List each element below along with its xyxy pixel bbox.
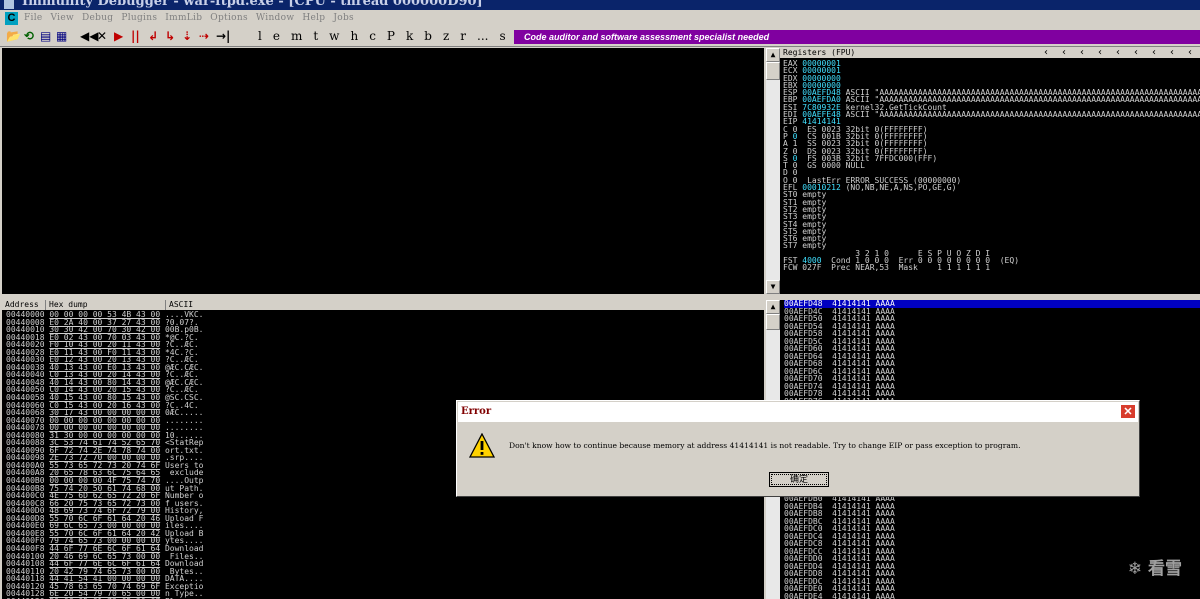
chevron-left-icon[interactable]: ‹	[1188, 48, 1192, 58]
toolbar-window-button[interactable]: l	[258, 29, 262, 43]
ok-button[interactable]: 确定	[769, 472, 829, 487]
dump-col-address[interactable]: Address	[2, 300, 46, 310]
chevron-left-icon[interactable]: ‹	[1062, 48, 1066, 58]
error-dialog: Error ✕ Don't know how to continue becau…	[456, 400, 1140, 497]
watermark: ❄ 看雪	[1127, 559, 1182, 579]
scroll-thumb[interactable]	[766, 314, 780, 330]
menu-bar: C File View Debug Plugins ImmLib Options Windo…	[0, 10, 1200, 28]
scroll-up-icon[interactable]: ▲	[766, 48, 780, 62]
toolbar-window-button[interactable]: s	[500, 29, 506, 43]
register-line[interactable]: ST5 empty	[783, 227, 1200, 235]
menu-item-plugins[interactable]: Plugins	[121, 13, 157, 23]
toolbar-window-button[interactable]: h	[350, 29, 358, 43]
register-line[interactable]: EAX 00000001	[783, 60, 1200, 68]
menu-item-window[interactable]: Window	[256, 13, 294, 23]
register-line[interactable]: ST6 empty	[783, 235, 1200, 243]
menu-item-file[interactable]: File	[24, 13, 43, 23]
dump-col-ascii[interactable]: ASCII	[166, 300, 764, 310]
dialog-titlebar[interactable]: Error ✕	[458, 402, 1138, 422]
close-icon[interactable]: ✕	[1120, 404, 1136, 419]
window-title: Immunity Debugger - war-ftpd.exe - [CPU …	[22, 0, 483, 9]
register-name: FCW 027F Prec NEAR,53 Mask 1 1 1 1 1 1	[783, 263, 991, 273]
trace-over-icon[interactable]: ⇢	[199, 29, 209, 44]
scroll-down-icon[interactable]: ▼	[766, 280, 780, 294]
scroll-up-icon[interactable]: ▲	[766, 300, 780, 314]
chevron-left-icon[interactable]: ‹	[1170, 48, 1174, 58]
toolbar-window-button[interactable]: P	[387, 29, 395, 43]
window-list-icon[interactable]: ▤	[40, 29, 51, 44]
menu-item-debug[interactable]: Debug	[82, 13, 113, 23]
menu-item-view[interactable]: View	[51, 13, 74, 23]
execute-till-return-icon[interactable]: →|	[216, 29, 230, 44]
register-line[interactable]: ECX 00000001	[783, 67, 1200, 75]
stack-value: 41414141	[832, 591, 871, 599]
register-comment: ASCII "AAAAAAAAAAAAAAAAAAAAAAAAAAAAAAAAA…	[845, 110, 1200, 120]
register-line[interactable]: ST0 empty	[783, 191, 1200, 199]
register-line[interactable]: T 0 GS 0000 NULL	[783, 161, 1200, 171]
watermark-text: 看雪	[1148, 559, 1182, 579]
step-over-icon[interactable]: ↳	[165, 29, 175, 44]
dump-header: Address Hex dump ASCII	[2, 300, 764, 310]
pause-icon[interactable]: ||	[131, 29, 140, 44]
register-line[interactable]: FCW 027F Prec NEAR,53 Mask 1 1 1 1 1 1	[783, 263, 1200, 273]
chevron-left-icon[interactable]: ‹	[1134, 48, 1138, 58]
warning-icon	[469, 433, 495, 458]
register-line[interactable]: ST4 empty	[783, 220, 1200, 228]
step-back-icon[interactable]: ◀◀	[80, 29, 98, 44]
chevron-left-icon[interactable]: ‹	[1098, 48, 1102, 58]
chevron-left-icon[interactable]: ‹	[1116, 48, 1120, 58]
toolbar-window-button[interactable]: e	[273, 29, 280, 43]
menu-item-immlib[interactable]: ImmLib	[165, 13, 202, 23]
register-line[interactable]: EFL 00010212 (NO,NB,NE,A,NS,PO,GE,G)	[783, 183, 1200, 193]
register-line[interactable]: ST1 empty	[783, 198, 1200, 206]
menu-item-jobs[interactable]: Jobs	[333, 13, 354, 23]
registers-pane[interactable]: Registers (FPU) ‹ ‹ ‹ ‹ ‹ ‹ ‹ ‹ ‹ EAX 00000001 EC…	[780, 48, 1200, 294]
register-comment: GS 0000 NULL	[807, 161, 865, 171]
toolbar-window-button[interactable]: t	[313, 29, 318, 43]
menu-item-options[interactable]: Options	[210, 13, 248, 23]
app-icon	[4, 0, 14, 9]
table-row[interactable]: 00AEFDE4 41414141 AAAA	[784, 591, 1200, 599]
restart-icon[interactable]: ⟲	[24, 29, 34, 44]
dialog-message: Don't know how to continue because memor…	[509, 441, 1021, 450]
register-line[interactable]: ST3 empty	[783, 213, 1200, 221]
run-icon[interactable]: ▶	[114, 29, 123, 44]
disassembly-pane[interactable]	[2, 48, 764, 294]
stack-address: 00AEFDE4	[784, 591, 823, 599]
step-into-icon[interactable]: ↲	[148, 29, 158, 44]
close-process-icon[interactable]: ✕	[97, 29, 107, 44]
register-comment: (NO,NB,NE,A,NS,PO,GE,G)	[840, 183, 957, 193]
job-banner[interactable]: Code auditor and software assessment spe…	[514, 30, 1200, 44]
register-line[interactable]: EDI 00AEFE48 ASCII "AAAAAAAAAAAAAAAAAAAA…	[783, 110, 1200, 120]
toolbar-window-button[interactable]: w	[329, 29, 339, 43]
open-folder-icon[interactable]: 📂	[6, 29, 21, 44]
toolbar-window-button[interactable]: b	[424, 29, 432, 43]
register-line[interactable]: EDX 00000000	[783, 74, 1200, 82]
cpu-window-icon[interactable]: C	[5, 12, 18, 25]
chevron-left-icon[interactable]: ‹	[1152, 48, 1156, 58]
toolbar-window-button[interactable]: k	[406, 29, 413, 43]
scroll-thumb[interactable]	[766, 62, 780, 80]
stack-comment: AAAA	[875, 591, 895, 599]
dialog-title: Error	[461, 406, 492, 417]
toolbar-window-button[interactable]: ...	[477, 29, 488, 43]
toolbar-window-button[interactable]: c	[369, 29, 376, 43]
chevron-left-icon[interactable]: ‹	[1080, 48, 1084, 58]
trace-into-icon[interactable]: ⇣	[182, 29, 192, 44]
menu-item-help[interactable]: Help	[302, 13, 325, 23]
window-titlebar[interactable]: Immunity Debugger - war-ftpd.exe - [CPU …	[0, 0, 1200, 10]
toolbar-window-button[interactable]: m	[291, 29, 302, 43]
toolbar-window-button[interactable]: r	[460, 29, 466, 43]
toolbar-window-button[interactable]: z	[443, 29, 449, 43]
register-nav-arrows[interactable]: ‹ ‹ ‹ ‹ ‹ ‹ ‹ ‹ ‹	[1044, 48, 1200, 58]
mem-map-icon[interactable]: ▦	[56, 29, 67, 44]
toolbar: 📂 ⟲ ▤ ▦ ◀◀✕▶||↲↳⇣⇢→| lemtwhcPkbzr...s? C…	[0, 28, 1200, 47]
registers-scrollbar[interactable]: ▲ ▼	[766, 48, 780, 294]
dump-col-hex[interactable]: Hex dump	[46, 300, 166, 310]
register-line[interactable]: ST2 empty	[783, 205, 1200, 213]
chevron-left-icon[interactable]: ‹	[1044, 48, 1048, 58]
